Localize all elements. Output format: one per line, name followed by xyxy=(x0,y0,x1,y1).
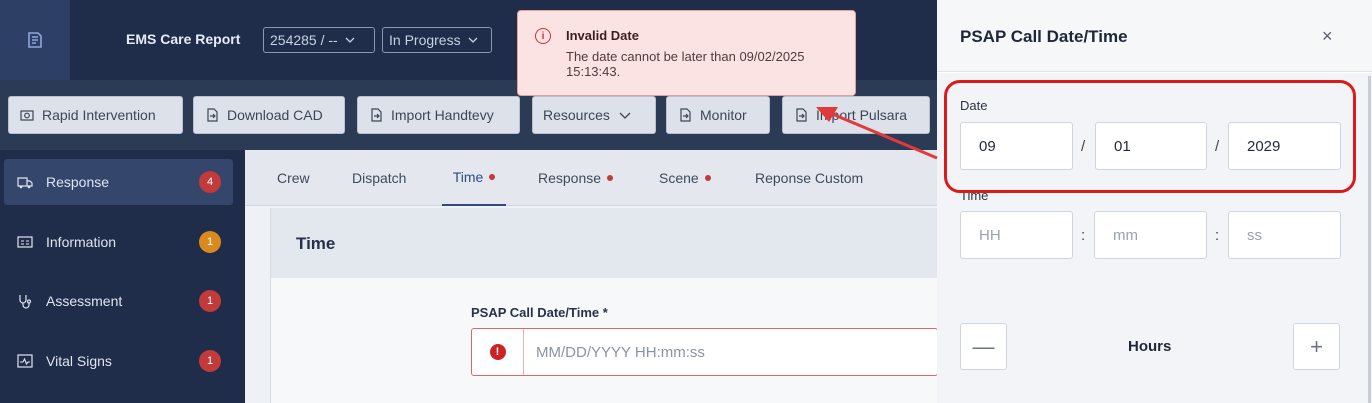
record-select-value: 254285 / -- xyxy=(270,32,338,48)
document-arrow-icon xyxy=(796,108,807,122)
heartbeat-monitor-icon xyxy=(17,354,33,368)
tab-scene[interactable]: Scene xyxy=(659,150,711,206)
chevron-down-icon xyxy=(619,112,631,119)
increment-hours-button[interactable]: + xyxy=(1293,323,1340,370)
error-dot xyxy=(704,175,711,181)
import-pulsara-button[interactable]: Import Pulsara xyxy=(782,96,930,134)
logo-icon xyxy=(28,32,42,48)
tab-label: Crew xyxy=(277,170,310,186)
time-separator: : xyxy=(1215,227,1220,244)
sidebar-item-label: Response xyxy=(46,174,110,190)
button-label: Resources xyxy=(543,107,610,123)
chevron-down-icon xyxy=(468,37,478,43)
button-label: Import Pulsara xyxy=(816,107,908,123)
sidebar-item-vital-signs[interactable]: Vital Signs 1 xyxy=(4,338,233,384)
toast-title: Invalid Date xyxy=(566,28,639,43)
tab-dispatch[interactable]: Dispatch xyxy=(352,150,406,206)
tab-label: Scene xyxy=(659,170,699,186)
count-badge: 1 xyxy=(199,231,221,253)
tab-time[interactable]: Time xyxy=(442,150,506,206)
section-tabs: Crew Dispatch Time Response Scene Repons… xyxy=(245,150,937,206)
psap-datetime-input[interactable]: ! MM/DD/YYYY HH:mm:ss xyxy=(471,328,938,376)
count-badge: 1 xyxy=(199,350,221,372)
tab-label: Dispatch xyxy=(352,170,407,186)
time-separator: : xyxy=(1081,227,1086,244)
status-select-value: In Progress xyxy=(389,32,461,48)
document-arrow-icon xyxy=(207,108,218,122)
count-badge: 4 xyxy=(199,171,221,193)
record-select[interactable]: 254285 / -- xyxy=(263,27,375,53)
main-content: Crew Dispatch Time Response Scene Repons… xyxy=(245,150,938,403)
panel-header: Time xyxy=(271,208,938,278)
tab-label: Reponse Custom xyxy=(755,170,864,186)
minute-placeholder: mm xyxy=(1113,226,1138,244)
drawer-scrollbar[interactable] xyxy=(1368,76,1371,403)
sidebar-item-label: Assessment xyxy=(46,293,123,309)
hour-placeholder: HH xyxy=(979,226,1001,244)
tab-response[interactable]: Response xyxy=(538,150,614,206)
drawer-title: PSAP Call Date/Time xyxy=(960,27,1128,46)
error-dot xyxy=(607,175,614,181)
rapid-intervention-button[interactable]: Rapid Intervention xyxy=(8,96,183,134)
time-panel: Time PSAP Call Date/Time * ! MM/DD/YYYY … xyxy=(270,208,938,403)
button-label: Import Handtevy xyxy=(391,107,494,123)
app-logo[interactable] xyxy=(0,0,70,80)
document-arrow-icon xyxy=(371,108,382,122)
psap-field-label: PSAP Call Date/Time * xyxy=(471,305,608,320)
sidebar-item-response[interactable]: Response 4 xyxy=(4,159,233,205)
plus-icon: + xyxy=(1310,333,1323,359)
resources-dropdown-button[interactable]: Resources xyxy=(532,96,656,134)
sidebar: Response 4 Information 1 Assessment 1 Vi… xyxy=(0,150,245,403)
error-toast: i Invalid Date The date cannot be later … xyxy=(517,10,856,96)
import-handtevy-button[interactable]: Import Handtevy xyxy=(357,96,520,134)
sidebar-item-information[interactable]: Information 1 xyxy=(4,219,233,265)
input-placeholder: MM/DD/YYYY HH:mm:ss xyxy=(536,343,705,361)
sidebar-item-label: Information xyxy=(46,234,117,250)
panel-title: Time xyxy=(296,234,336,253)
second-placeholder: ss xyxy=(1247,226,1262,244)
ambulance-icon xyxy=(17,177,33,189)
status-select[interactable]: In Progress xyxy=(382,27,492,53)
download-cad-button[interactable]: Download CAD xyxy=(193,96,345,134)
drawer-header: PSAP Call Date/Time × xyxy=(937,0,1372,72)
stethoscope-icon xyxy=(19,295,32,309)
tab-crew[interactable]: Crew xyxy=(277,150,310,206)
id-card-icon xyxy=(17,236,33,248)
monitor-button[interactable]: Monitor xyxy=(666,96,770,134)
close-icon[interactable]: × xyxy=(1322,26,1333,47)
toast-message: The date cannot be later than 09/02/2025… xyxy=(566,49,805,79)
exclamation-icon: ! xyxy=(489,344,506,360)
tab-label: Time xyxy=(452,169,484,185)
decrement-hours-button[interactable]: — xyxy=(960,323,1007,370)
count-badge: 1 xyxy=(199,290,221,312)
datetime-drawer: PSAP Call Date/Time × Date 09 / 01 / 202… xyxy=(937,0,1372,403)
tab-reponse-custom[interactable]: Reponse Custom xyxy=(755,150,863,206)
minute-input[interactable]: mm xyxy=(1094,211,1207,259)
minus-icon: — xyxy=(972,333,995,359)
error-indicator: ! xyxy=(472,329,524,375)
camera-icon xyxy=(20,110,34,121)
app-title: EMS Care Report xyxy=(126,31,241,47)
hour-input[interactable]: HH xyxy=(960,211,1073,259)
second-input[interactable]: ss xyxy=(1228,211,1341,259)
annotation-highlight xyxy=(944,80,1356,193)
button-label: Monitor xyxy=(700,107,747,123)
button-label: Rapid Intervention xyxy=(42,107,156,123)
hours-label: Hours xyxy=(1128,338,1172,355)
chevron-down-icon xyxy=(345,37,355,43)
sidebar-item-assessment[interactable]: Assessment 1 xyxy=(4,278,233,324)
alert-circle-icon: i xyxy=(535,28,551,44)
document-arrow-icon xyxy=(680,108,691,122)
error-dot xyxy=(489,174,496,180)
tab-label: Response xyxy=(538,170,602,186)
button-label: Download CAD xyxy=(227,107,323,123)
sidebar-item-label: Vital Signs xyxy=(46,353,112,369)
